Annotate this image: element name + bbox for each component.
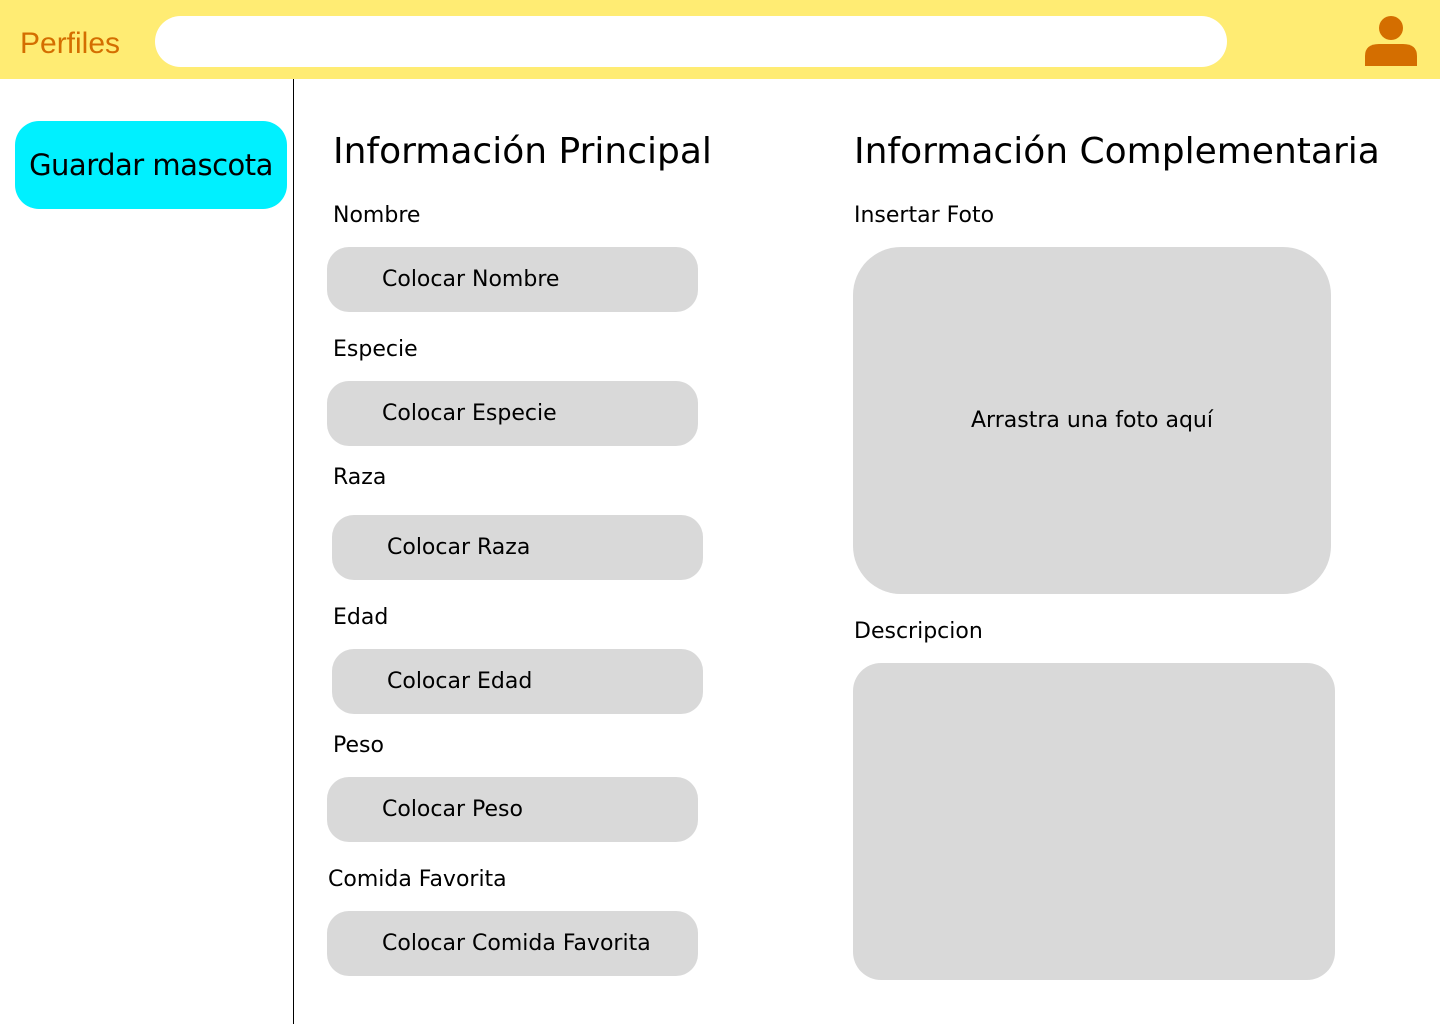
species-field[interactable]: Colocar Especie xyxy=(327,381,698,446)
description-field[interactable] xyxy=(853,663,1335,980)
photo-drop-zone[interactable]: Arrastra una foto aquí xyxy=(853,247,1331,594)
search-input[interactable] xyxy=(155,16,1227,67)
main-info-title: Información Principal xyxy=(333,131,712,172)
weight-field[interactable]: Colocar Peso xyxy=(327,777,698,842)
species-label: Especie xyxy=(333,337,418,362)
top-bar: Perfiles xyxy=(0,0,1440,79)
age-label: Edad xyxy=(333,605,389,630)
weight-label: Peso xyxy=(333,733,384,758)
photo-drop-text: Arrastra una foto aquí xyxy=(971,408,1213,433)
name-field[interactable]: Colocar Nombre xyxy=(327,247,698,312)
breed-field[interactable]: Colocar Raza xyxy=(332,515,703,580)
name-label: Nombre xyxy=(333,203,421,228)
complementary-info-title: Información Complementaria xyxy=(854,131,1380,172)
sidebar-divider xyxy=(293,79,294,1024)
app-title: Perfiles xyxy=(20,27,121,60)
save-pet-button[interactable]: Guardar mascota xyxy=(15,121,287,209)
favorite-food-label: Comida Favorita xyxy=(328,867,507,892)
photo-label: Insertar Foto xyxy=(854,203,995,228)
breed-label: Raza xyxy=(333,465,387,490)
age-field[interactable]: Colocar Edad xyxy=(332,649,703,714)
description-label: Descripcion xyxy=(854,619,983,644)
favorite-food-field[interactable]: Colocar Comida Favorita xyxy=(327,911,698,976)
user-icon[interactable] xyxy=(1365,14,1417,66)
